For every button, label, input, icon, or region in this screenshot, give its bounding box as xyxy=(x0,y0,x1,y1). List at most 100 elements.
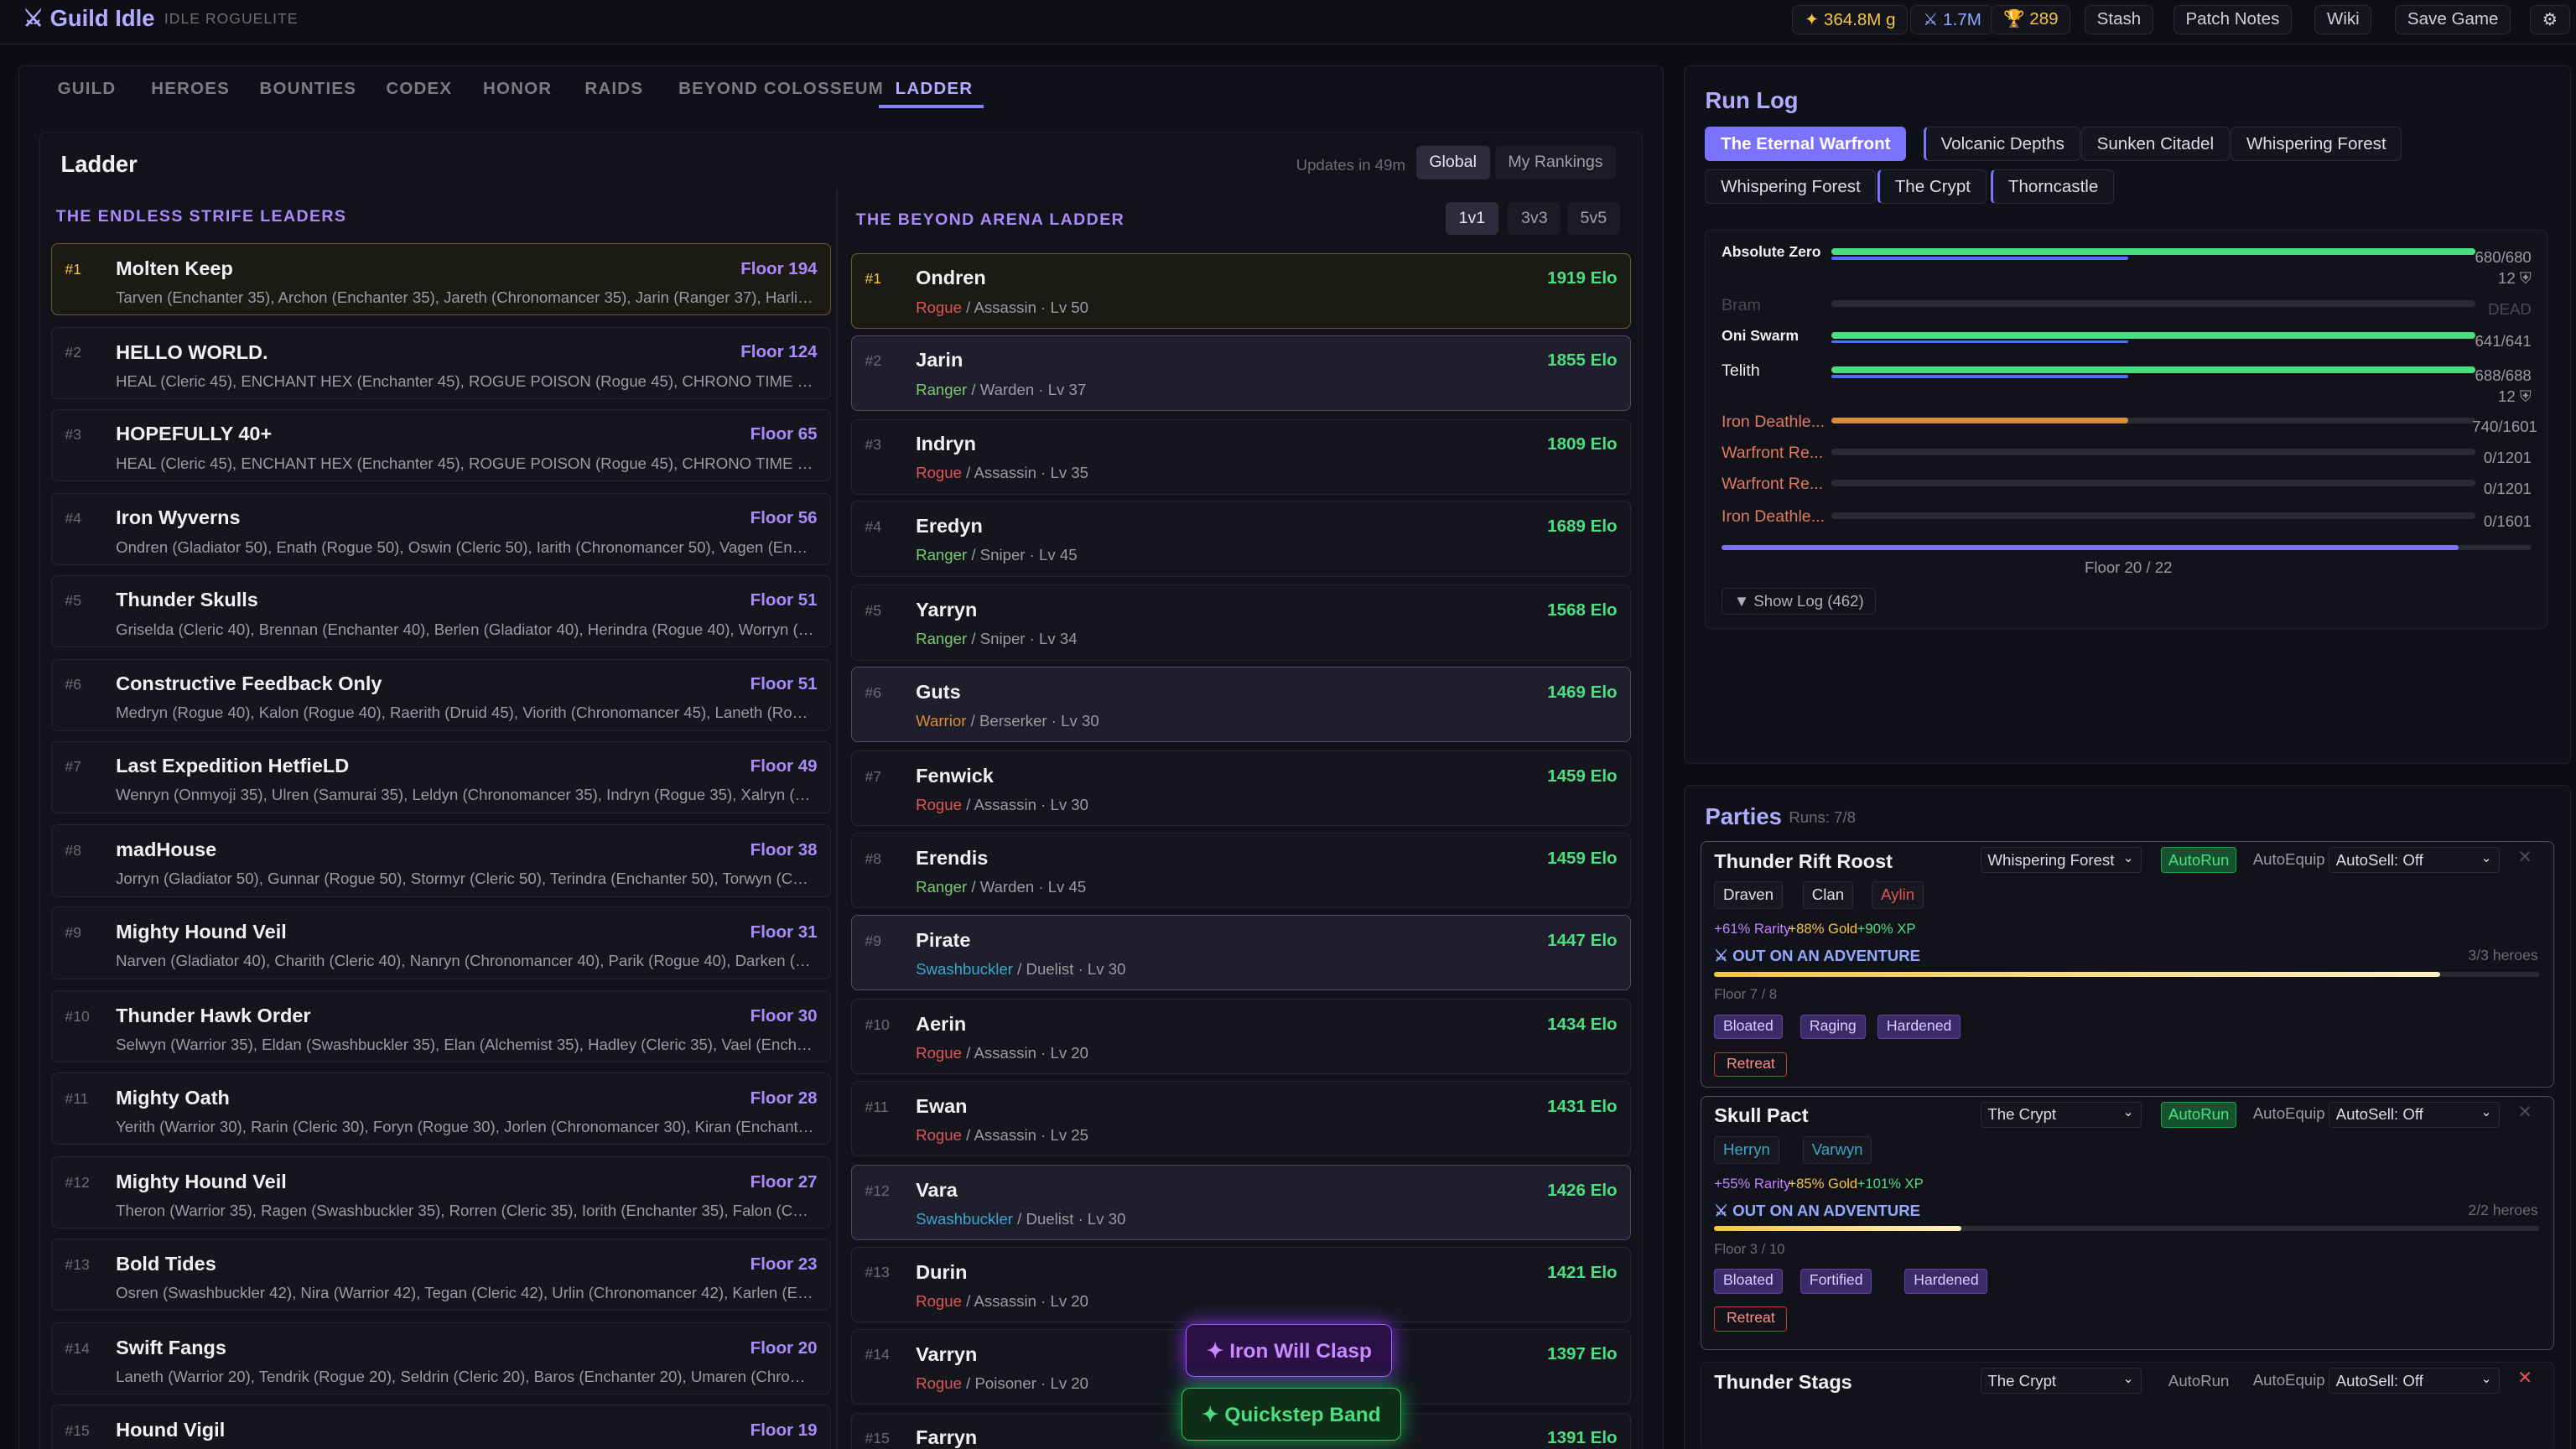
mode-5v5[interactable]: 5v5 xyxy=(1566,201,1620,236)
location-select-value: The Crypt xyxy=(1987,1105,2057,1124)
arena-row[interactable]: #12 Vara 1426 Elo Swashbuckler / Duelist · … xyxy=(850,1164,1632,1241)
autosell-select[interactable]: AutoSell: Off ⌄ xyxy=(2328,846,2500,874)
close-icon[interactable]: ✕ xyxy=(2517,1102,2532,1123)
patch-notes-button[interactable]: Patch Notes xyxy=(2173,4,2293,35)
arena-row[interactable]: #10 Aerin 1434 Elo Rogue / Assassin · Lv 20 xyxy=(850,999,1632,1075)
arena-row[interactable]: #8 Erendis 1459 Elo Ranger / Warden · Lv 45 xyxy=(850,833,1632,909)
party-member-chip[interactable]: Aylin xyxy=(1872,881,1924,910)
loot-popup-quickstep-band[interactable]: ✦ Quickstep Band xyxy=(1181,1388,1402,1441)
tab-beyond-colosseum[interactable]: BEYOND COLOSSEUM xyxy=(678,79,884,99)
hp-bar-track xyxy=(1831,512,2476,520)
party-progress-track xyxy=(1714,1226,2539,1232)
arena-rank: #7 xyxy=(865,767,882,785)
autorun-toggle[interactable]: AutoRun xyxy=(2161,846,2237,874)
leader-row[interactable]: #9 Mighty Hound Veil Floor 31 Narven (Gladi… xyxy=(50,906,832,979)
autosell-select-value: AutoSell: Off xyxy=(2335,850,2423,869)
location-tab-whispering-forest-2[interactable]: Whispering Forest xyxy=(1705,169,1877,204)
leader-row[interactable]: #13 Bold Tides Floor 23 Osren (Swashbuckler… xyxy=(50,1239,832,1311)
hp-bar-fill xyxy=(1831,417,2128,424)
leader-row[interactable]: #5 Thunder Skulls Floor 51 Griselda (Cleric… xyxy=(50,574,832,647)
close-icon[interactable]: ✕ xyxy=(2517,847,2532,868)
arena-row[interactable]: #7 Fenwick 1459 Elo Rogue / Assassin · Lv 3… xyxy=(850,750,1632,827)
autoequip-toggle[interactable]: AutoEquip xyxy=(2246,1368,2332,1394)
autorun-toggle[interactable]: AutoRun xyxy=(2161,1368,2236,1394)
arena-row[interactable]: #3 Indryn 1809 Elo Rogue / Assassin · Lv 35 xyxy=(850,418,1632,495)
tab-guild[interactable]: GUILD xyxy=(58,79,117,99)
location-tab-thorncastle[interactable]: Thorncastle xyxy=(1991,169,2114,204)
retreat-button[interactable]: Retreat xyxy=(1714,1306,1788,1332)
autosell-select[interactable]: AutoSell: Off ⌄ xyxy=(2328,1367,2500,1394)
arena-rank: #12 xyxy=(865,1182,890,1199)
arena-class: Swashbuckler xyxy=(916,960,1013,979)
adventure-status: ⚔ OUT ON AN ADVENTURE xyxy=(1714,1202,1921,1220)
tab-bounties[interactable]: BOUNTIES xyxy=(260,79,357,99)
combat-unit-name: Bram xyxy=(1722,295,1761,314)
save-game-button[interactable]: Save Game xyxy=(2395,4,2511,35)
location-tab-eternal-warfront[interactable]: The Eternal Warfront xyxy=(1705,126,1907,161)
tab-ladder[interactable]: LADDER xyxy=(896,79,974,99)
arena-row[interactable]: #4 Eredyn 1689 Elo Ranger / Sniper · Lv 45 xyxy=(850,501,1632,577)
hp-bar-track xyxy=(1831,448,2476,455)
tab-codex[interactable]: CODEX xyxy=(386,79,452,99)
leader-row[interactable]: #1 Molten Keep Floor 194 Tarven (Enchanter … xyxy=(50,242,832,316)
leader-floor: Floor 23 xyxy=(750,1254,818,1274)
arena-subclass-level: / Warden · Lv 45 xyxy=(967,878,1087,896)
leader-row[interactable]: #10 Thunder Hawk Order Floor 30 Selwyn (War… xyxy=(50,990,832,1063)
arena-name: Eredyn xyxy=(916,515,983,538)
arena-row[interactable]: #13 Durin 1421 Elo Rogue / Assassin · Lv 20 xyxy=(850,1246,1632,1322)
autoequip-toggle[interactable]: AutoEquip xyxy=(2246,847,2332,873)
leader-row[interactable]: #2 HELLO WORLD. Floor 124 HEAL (Cleric 45),… xyxy=(50,326,832,400)
show-log-button[interactable]: ▼ Show Log (462) xyxy=(1722,588,1877,615)
hp-value: 0/1601 xyxy=(2483,512,2532,531)
location-select[interactable]: Whispering Forest ⌄ xyxy=(1980,846,2142,874)
arena-row[interactable]: #6 Guts 1469 Elo Warrior / Berserker · Lv 3… xyxy=(850,667,1632,743)
leader-guild-name: Bold Tides xyxy=(116,1252,216,1275)
hp-bar-track xyxy=(1831,417,2476,424)
arena-elo: 1469 Elo xyxy=(1547,682,1618,702)
leader-rank: #8 xyxy=(65,841,81,859)
tab-raids[interactable]: RAIDS xyxy=(584,79,643,99)
loot-popup-iron-will-clasp[interactable]: ✦ Iron Will Clasp xyxy=(1186,1323,1393,1377)
leader-row[interactable]: #7 Last Expedition HetfieLD Floor 49 Wenryn… xyxy=(50,740,832,813)
mode-1v1[interactable]: 1v1 xyxy=(1445,201,1498,236)
location-select[interactable]: The Crypt ⌄ xyxy=(1980,1101,2142,1128)
global-toggle[interactable]: Global xyxy=(1415,146,1490,179)
arena-row[interactable]: #2 Jarin 1855 Elo Ranger / Warden · Lv 37 xyxy=(850,335,1632,411)
tab-honor[interactable]: HONOR xyxy=(483,79,552,99)
autosell-select[interactable]: AutoSell: Off ⌄ xyxy=(2328,1101,2500,1128)
location-tab-the-crypt[interactable]: The Crypt xyxy=(1877,169,1987,204)
arena-rank: #9 xyxy=(865,932,882,949)
leader-row[interactable]: #8 madHouse Floor 38 Jorryn (Gladiator 50),… xyxy=(50,824,832,897)
leader-row[interactable]: #11 Mighty Oath Floor 28 Yerith (Warrior 30… xyxy=(50,1072,832,1145)
wiki-button[interactable]: Wiki xyxy=(2314,4,2372,35)
arena-row[interactable]: #1 Ondren 1919 Elo Rogue / Assassin · Lv 50 xyxy=(850,252,1632,329)
leader-members: Laneth (Warrior 20), Tendrik (Rogue 20),… xyxy=(116,1367,814,1385)
leader-row[interactable]: #12 Mighty Hound Veil Floor 27 Theron (Warr… xyxy=(50,1156,832,1229)
location-tab-volcanic-depths[interactable]: Volcanic Depths xyxy=(1923,126,2080,161)
stash-button[interactable]: Stash xyxy=(2084,4,2153,35)
leader-row[interactable]: #15 Hound Vigil Floor 19 xyxy=(50,1404,832,1449)
leader-row[interactable]: #6 Constructive Feedback Only Floor 51 Medr… xyxy=(50,658,832,731)
location-tab-whispering-forest[interactable]: Whispering Forest xyxy=(2231,126,2402,161)
party-member-chip[interactable]: Herryn xyxy=(1714,1135,1779,1164)
location-tab-sunken-citadel[interactable]: Sunken Citadel xyxy=(2081,126,2230,161)
my-rankings-toggle[interactable]: My Rankings xyxy=(1494,146,1617,179)
arena-row[interactable]: #11 Ewan 1431 Elo Rogue / Assassin · Lv 25 xyxy=(850,1081,1632,1157)
leader-row[interactable]: #3 HOPEFULLY 40+ Floor 65 HEAL (Cleric 45),… xyxy=(50,408,832,481)
arena-row[interactable]: #9 Pirate 1447 Elo Swashbuckler / Duelist ·… xyxy=(850,915,1632,991)
settings-gear-icon[interactable]: ⚙ xyxy=(2529,4,2570,35)
autorun-toggle[interactable]: AutoRun xyxy=(2161,1101,2237,1128)
mode-3v3[interactable]: 3v3 xyxy=(1508,201,1561,236)
location-select[interactable]: The Crypt ⌄ xyxy=(1980,1367,2142,1394)
arena-row[interactable]: #5 Yarryn 1568 Elo Ranger / Sniper · Lv 34 xyxy=(850,584,1632,661)
leader-row[interactable]: #4 Iron Wyverns Floor 56 Ondren (Gladiator … xyxy=(50,492,832,565)
close-icon[interactable]: ✕ xyxy=(2517,1368,2532,1389)
autoequip-toggle[interactable]: AutoEquip xyxy=(2246,1102,2332,1128)
tab-heroes[interactable]: HEROES xyxy=(151,79,230,99)
party-member-chip[interactable]: Clan xyxy=(1803,881,1853,910)
party-member-chip[interactable]: Draven xyxy=(1714,881,1783,910)
leader-row[interactable]: #14 Swift Fangs Floor 20 Laneth (Warrior 20… xyxy=(50,1322,832,1395)
retreat-button[interactable]: Retreat xyxy=(1714,1052,1788,1078)
shield-value: 12 ⛨ xyxy=(2497,269,2532,288)
party-member-chip[interactable]: Varwyn xyxy=(1803,1135,1872,1164)
